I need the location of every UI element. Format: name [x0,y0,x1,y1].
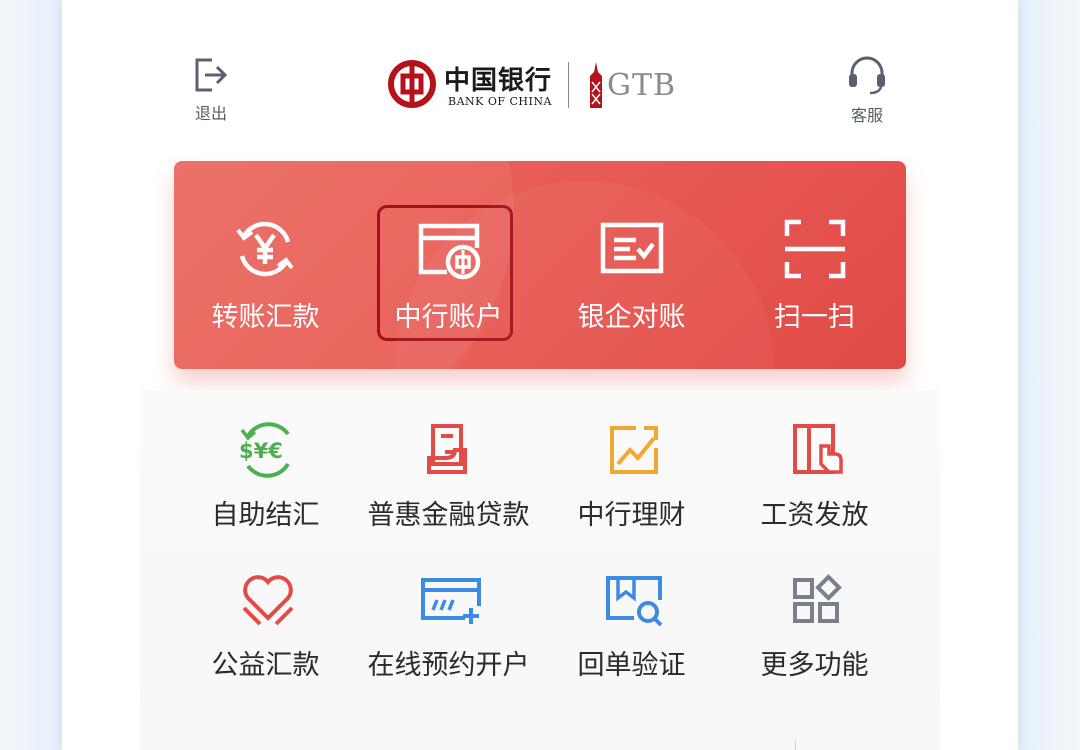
charity-remittance-button[interactable]: 公益汇款 [174,540,357,681]
self-service-fx-button[interactable]: $¥€ 自助结汇 [174,390,357,531]
receipt-verification-label: 回单验证 [577,650,686,681]
transfer-remittance-button[interactable]: 转账汇款 [174,161,357,369]
app-screen: 退出 中国银行 BANK OF CHINA GTB 客服 转账汇款 中行账户 银… [62,0,1018,750]
charity-remittance-label: 公益汇款 [211,650,320,681]
online-account-booking-label: 在线预约开户 [367,650,530,681]
logout-button[interactable]: 退出 [171,56,251,124]
scan-label: 扫一扫 [774,302,855,333]
more-functions-label: 更多功能 [760,650,869,681]
bottom-divider [795,740,796,750]
boc-account-card-icon [418,223,481,280]
headset-icon [849,56,885,95]
bank-name-cn: 中国银行 [444,66,553,96]
receipt-verification-button[interactable]: 回单验证 [540,540,723,681]
online-account-booking-button[interactable]: 在线预约开户 [357,540,540,681]
more-functions-icon [793,574,842,623]
inclusive-loan-button[interactable]: 普惠金融贷款 [357,390,540,531]
reconciliation-icon [600,222,664,274]
quick-actions-card: 转账汇款 中行账户 银企对账 扫一扫 [174,161,906,369]
boc-emblem-icon [388,60,436,108]
svg-text:$¥€: $¥€ [239,439,283,463]
online-booking-icon [421,578,481,624]
bank-name-en: BANK OF CHINA [448,95,552,108]
boc-account-label: 中行账户 [394,302,503,333]
gtb-tower-icon [590,62,602,108]
charity-heart-icon [242,575,294,626]
logo-divider [568,62,569,108]
function-grid: $¥€ 自助结汇 普惠金融贷款 中行理财 工资发放 公益汇款 在线预约开户 回单… [140,390,940,750]
boc-wealth-label: 中行理财 [577,500,686,531]
boc-account-button[interactable]: 中行账户 [357,161,540,369]
loan-icon [427,424,467,474]
logout-label: 退出 [194,104,227,123]
payroll-button[interactable]: 工资发放 [723,390,906,531]
scan-button[interactable]: 扫一扫 [723,161,906,369]
bank-logo: 中国银行 BANK OF CHINA GTB [388,58,688,112]
logout-icon [195,58,228,92]
wealth-chart-icon [610,426,658,474]
more-functions-button[interactable]: 更多功能 [723,540,906,681]
receipt-verify-icon [606,576,663,627]
boc-wealth-button[interactable]: 中行理财 [540,390,723,531]
right-background [1018,0,1080,750]
bank-reconciliation-label: 银企对账 [577,302,686,333]
customer-service-label: 客服 [850,106,883,125]
scan-icon [784,219,846,279]
gtb-label: GTB [607,68,677,103]
currency-exchange-icon: $¥€ [239,422,290,478]
payroll-icon [793,424,843,474]
transfer-remittance-label: 转账汇款 [211,302,320,333]
yen-exchange-icon [236,221,294,277]
self-service-fx-label: 自助结汇 [211,500,320,531]
left-background [0,0,62,750]
bank-reconciliation-button[interactable]: 银企对账 [540,161,723,369]
inclusive-loan-label: 普惠金融贷款 [367,500,530,531]
payroll-label: 工资发放 [760,500,869,531]
customer-service-button[interactable]: 客服 [827,56,907,126]
